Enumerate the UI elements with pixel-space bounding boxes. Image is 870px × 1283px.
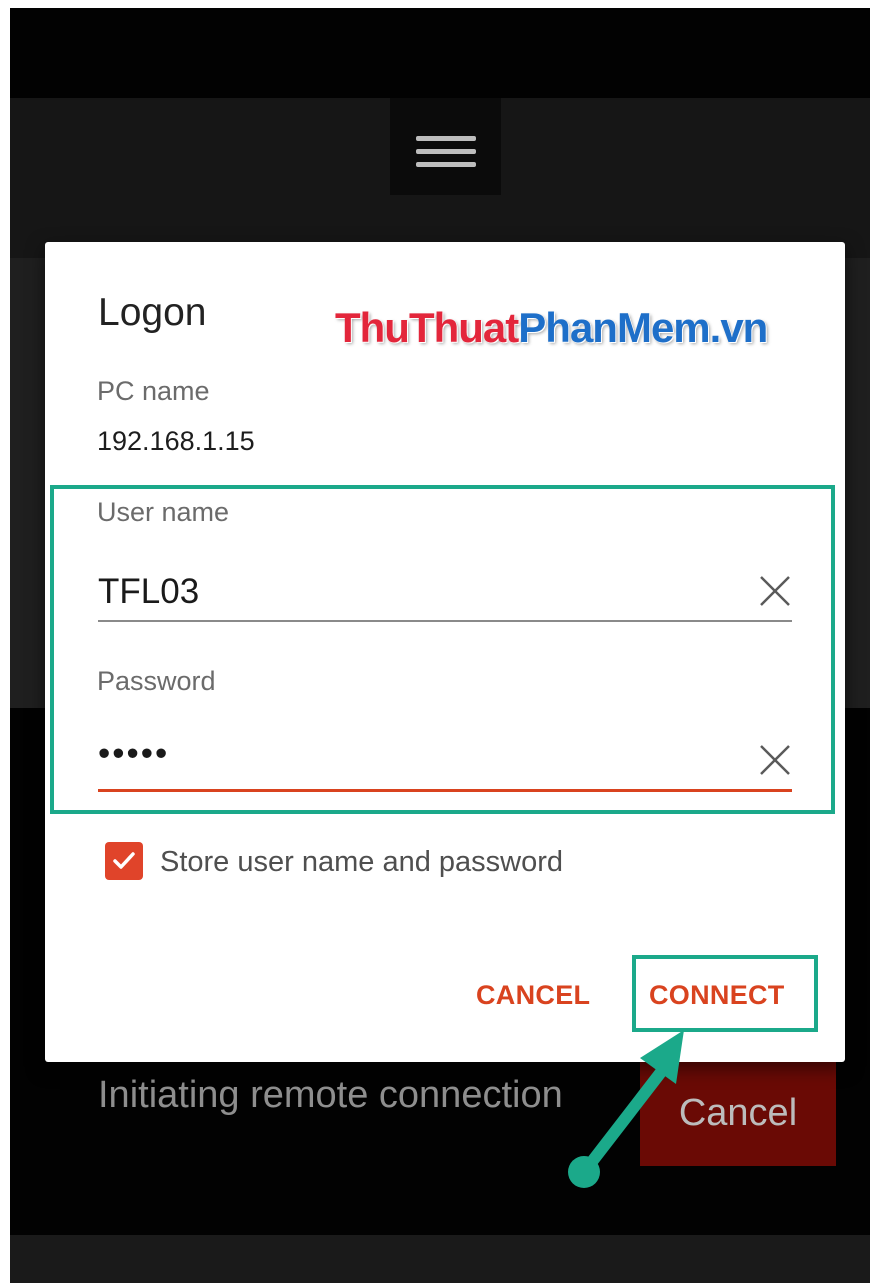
- store-credentials-label: Store user name and password: [160, 846, 563, 878]
- pc-name-value: 192.168.1.15: [97, 426, 255, 456]
- watermark-part1: ThuThuat: [335, 304, 519, 351]
- hamburger-menu-icon: [416, 136, 476, 141]
- hamburger-menu-icon-bar: [416, 149, 476, 154]
- watermark-part2: PhanMem.vn: [518, 304, 768, 351]
- username-label: User name: [97, 497, 230, 527]
- dialog-title: Logon: [98, 291, 207, 334]
- close-icon: [760, 576, 790, 606]
- bottom-strip: [10, 1235, 870, 1283]
- logon-dialog: Logon ThuThuatPhanMem.vn PC name 192.168…: [45, 242, 845, 1062]
- menu-button[interactable]: [390, 98, 501, 195]
- password-input[interactable]: •••••: [98, 734, 169, 774]
- cancel-button[interactable]: CANCEL: [476, 980, 590, 1011]
- cancel-connection-button[interactable]: Cancel: [640, 1060, 836, 1166]
- watermark-logo: ThuThuatPhanMem.vn: [335, 304, 768, 352]
- connect-highlight-box: [632, 955, 818, 1032]
- app-bar: [10, 98, 870, 258]
- clear-username-button[interactable]: [757, 573, 793, 609]
- close-icon: [760, 745, 790, 775]
- hamburger-menu-icon-bar: [416, 162, 476, 167]
- username-underline: [98, 620, 792, 622]
- connection-status-text: Initiating remote connection: [98, 1074, 563, 1116]
- store-credentials-checkbox[interactable]: [105, 842, 143, 880]
- username-input[interactable]: TFL03: [98, 572, 199, 612]
- checkmark-icon: [113, 852, 135, 869]
- password-underline: [98, 789, 792, 792]
- password-label: Password: [97, 666, 216, 696]
- clear-password-button[interactable]: [757, 742, 793, 778]
- pc-name-label: PC name: [97, 376, 210, 406]
